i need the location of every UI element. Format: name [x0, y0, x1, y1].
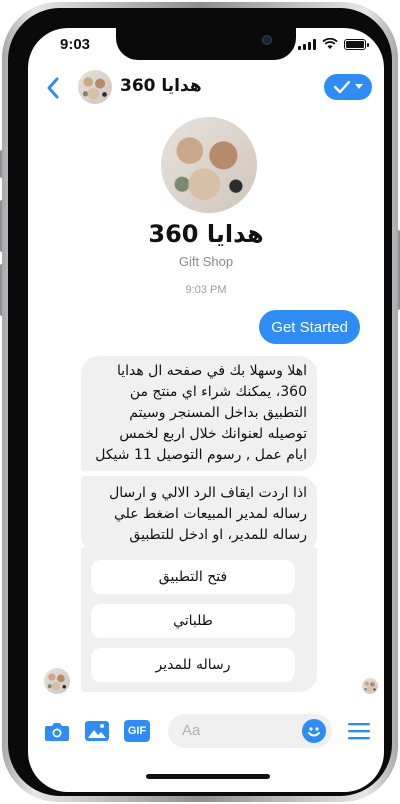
signal-icon	[298, 38, 316, 50]
photo-icon[interactable]	[84, 720, 110, 742]
open-app-button[interactable]: فتح التطبيق	[91, 560, 295, 594]
chat-header: هدايا 360	[28, 68, 384, 112]
message-input[interactable]: Aa	[168, 714, 332, 748]
seen-indicator-avatar	[362, 678, 378, 694]
smiley-icon	[308, 727, 320, 737]
sender-avatar	[44, 668, 70, 694]
phone-bezel: 9:03 هدايا 360 هدايا 360 Gift Shop 9:03 …	[8, 8, 392, 796]
notch	[116, 28, 296, 60]
back-button[interactable]	[42, 74, 66, 102]
profile-name: هدايا 360	[148, 220, 264, 248]
checkmark-icon	[333, 80, 351, 94]
done-dropdown-button[interactable]	[324, 74, 372, 100]
message-line: رساله للمدير، او ادخل للتطبيق	[129, 527, 307, 543]
emoji-button[interactable]	[302, 719, 326, 743]
message-input-placeholder: Aa	[182, 722, 201, 739]
wifi-icon	[322, 38, 338, 49]
message-line: 360، يمكنك شراء اي منتج من	[129, 384, 307, 400]
message-line: التطبيق بداخل المسنجر وسيتم	[129, 405, 307, 421]
message-timestamp: 9:03 PM	[185, 284, 227, 296]
quick-replies: فتح التطبيق طلباتي رساله للمدير	[81, 548, 317, 692]
sent-message-bubble: Get Started	[259, 310, 360, 344]
camera-icon[interactable]	[44, 720, 70, 742]
my-orders-button[interactable]: طلباتي	[91, 604, 295, 638]
message-line: اهلا وسهلا بك في صفحه ال هدايا	[116, 363, 307, 379]
home-indicator	[146, 774, 270, 779]
status-time: 9:03	[60, 36, 91, 53]
page-avatar[interactable]	[78, 70, 112, 104]
message-line: ايام عمل , رسوم التوصيل 11 شيكل	[95, 447, 307, 463]
profile-category: Gift Shop	[178, 254, 234, 269]
menu-icon[interactable]	[346, 720, 372, 742]
bot-message-bubble: اذا اردت ايقاف الرد الالي و ارسال رساله …	[81, 476, 317, 554]
caret-down-icon	[355, 84, 363, 89]
front-camera	[262, 35, 272, 45]
message-manager-button[interactable]: رساله للمدير	[91, 648, 295, 682]
bot-message-bubble: اهلا وسهلا بك في صفحه ال هدايا 360، يمكن…	[81, 356, 317, 471]
message-line: توصيله لعنوانك خلال اربع لخمس	[119, 426, 307, 442]
profile-picture	[161, 117, 257, 213]
status-icons	[298, 38, 369, 50]
message-line: اذا اردت ايقاف الرد الالي و ارسال	[109, 485, 307, 501]
message-composer: GIF Aa	[28, 710, 384, 754]
message-line: رساله لمدير المبيعات اضغط علي	[113, 506, 307, 522]
page-title[interactable]: هدايا 360	[120, 76, 202, 96]
battery-icon	[344, 38, 369, 50]
chevron-left-icon	[47, 77, 59, 99]
screen: 9:03 هدايا 360 هدايا 360 Gift Shop 9:03 …	[28, 28, 384, 792]
phone-frame: 9:03 هدايا 360 هدايا 360 Gift Shop 9:03 …	[2, 2, 398, 802]
gif-button[interactable]: GIF	[124, 720, 150, 742]
